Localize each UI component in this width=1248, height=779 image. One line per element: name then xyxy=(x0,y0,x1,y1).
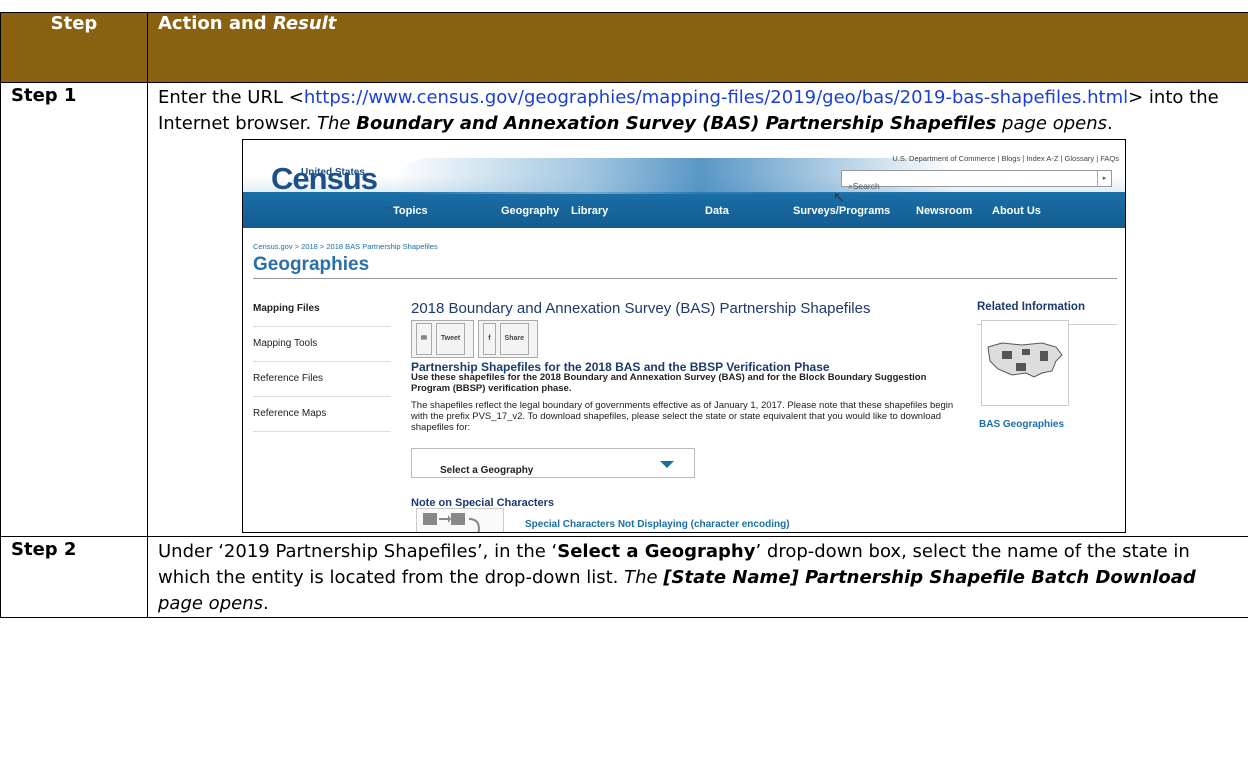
search-go-icon[interactable]: ▸ xyxy=(1097,171,1111,186)
bas-geographies-link[interactable]: BAS Geographies xyxy=(979,412,1064,438)
sidebar-item-mapping-tools[interactable]: Mapping Tools xyxy=(253,327,391,362)
nav-newsroom[interactable]: Newsroom News, Blogs xyxy=(916,198,972,250)
nav-data[interactable]: Data Tools, Developers xyxy=(705,198,756,250)
sidebar-item-reference-maps[interactable]: Reference Maps xyxy=(253,397,391,432)
sidebar-item-reference-files[interactable]: Reference Files xyxy=(253,362,391,397)
header-action: Action and Result xyxy=(147,12,1248,83)
step1-action: Enter the URL <https://www.census.gov/ge… xyxy=(147,82,1248,537)
nav-geography[interactable]: Geography Maps, Products xyxy=(501,198,559,250)
table-row-step1: Step 1 Enter the URL <https://www.census… xyxy=(0,82,1248,537)
flowchart-icon xyxy=(416,508,504,532)
twitter-icon: ✉ xyxy=(416,323,432,355)
special-chars-text: Special characters may not correctly dis… xyxy=(525,524,955,532)
step1-text: Enter the URL <https://www.census.gov/ge… xyxy=(158,87,1219,134)
divider xyxy=(253,278,1117,279)
content-title: 2018 Boundary and Annexation Survey (BAS… xyxy=(411,300,871,317)
nav-library[interactable]: Library Infographics, Publications xyxy=(571,198,646,250)
social-buttons: ✉ Tweet f Share xyxy=(411,320,542,358)
tweet-button[interactable]: ✉ Tweet xyxy=(411,320,475,358)
utility-links[interactable]: U.S. Department of Commerce | Blogs | In… xyxy=(892,146,1119,172)
page-title: Geographies xyxy=(253,254,370,275)
census-page-screenshot: United States Census Bureau U.S. Departm… xyxy=(242,139,1126,533)
geography-select[interactable]: Select a Geography xyxy=(411,448,695,478)
nav-surveys[interactable]: Surveys/Programs Respond, Survey Data xyxy=(793,198,890,250)
header-step: Step xyxy=(0,12,148,83)
sidebar: Mapping Files Mapping Tools Reference Fi… xyxy=(253,292,391,432)
facebook-icon: f xyxy=(483,323,496,355)
chevron-down-icon xyxy=(660,461,674,468)
share-button[interactable]: f Share xyxy=(478,320,539,358)
steps-table: Step Action and Result Step 1 Enter the … xyxy=(0,12,1248,618)
description-paragraph: The shapefiles reflect the legal boundar… xyxy=(411,400,954,433)
sidebar-item-mapping-files[interactable]: Mapping Files xyxy=(253,292,391,327)
nav-about[interactable]: About Us Our Research xyxy=(992,198,1041,250)
step2-label: Step 2 xyxy=(0,536,148,618)
step1-label: Step 1 xyxy=(0,82,148,537)
step2-action: Under ‘2019 Partnership Shapefiles’, in … xyxy=(147,536,1248,618)
table-row-step2: Step 2 Under ‘2019 Partnership Shapefile… xyxy=(0,536,1248,618)
search-input[interactable]: ⌕Search ▸ xyxy=(841,170,1112,191)
census-logo[interactable]: United States Census Bureau xyxy=(267,160,399,212)
census-url-link[interactable]: https://www.census.gov/geographies/mappi… xyxy=(304,87,1128,108)
table-header-row: Step Action and Result xyxy=(0,12,1248,83)
intro-paragraph: Use these shapefiles for the 2018 Bounda… xyxy=(411,372,927,394)
us-map-icon[interactable] xyxy=(981,320,1069,406)
